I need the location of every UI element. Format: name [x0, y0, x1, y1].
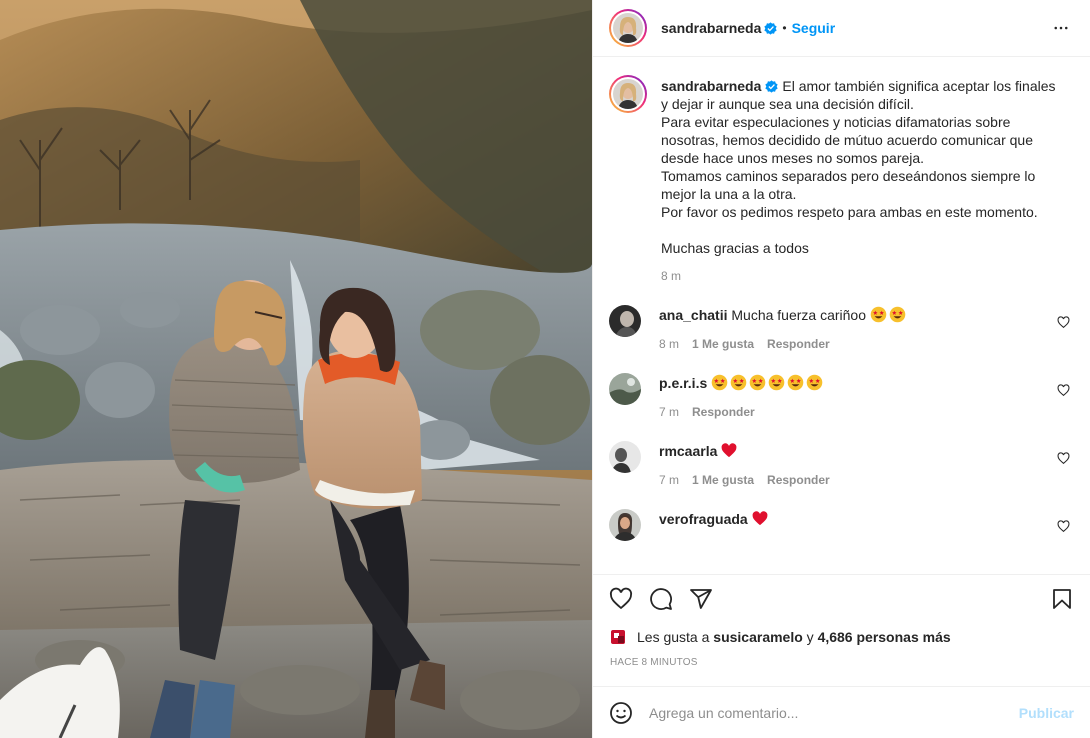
comment-likes[interactable]: 1 Me gusta: [692, 473, 754, 487]
likes-others-count[interactable]: 4,686 personas más: [818, 629, 951, 645]
comment-avatar[interactable]: [609, 509, 641, 541]
caption-text: sandrabarneda El amor también significa a…: [661, 77, 1061, 257]
bookmark-icon[interactable]: [1050, 587, 1074, 611]
comment-username[interactable]: verofraguada: [659, 511, 748, 527]
reply-button[interactable]: Responder: [767, 337, 830, 351]
star-struck-emoji: [889, 306, 906, 323]
publish-button[interactable]: Publicar: [1019, 705, 1074, 721]
comment-item: rmcaarla 7 m 1 Me gusta Responder: [609, 441, 1074, 487]
caption-author-avatar[interactable]: [609, 75, 647, 113]
post-side-panel: sandrabarneda • Seguir sandrabarneda El a…: [592, 0, 1090, 738]
post-photo[interactable]: [0, 0, 592, 738]
star-struck-emoji-group: [870, 306, 908, 323]
star-struck-emoji: [870, 306, 887, 323]
star-struck-emoji: [730, 374, 747, 391]
post-timestamp[interactable]: HACE 8 MINUTOS: [593, 646, 1090, 673]
comment-likes[interactable]: 1 Me gusta: [692, 337, 754, 351]
verified-badge-icon: [765, 80, 779, 93]
comment-like-heart-icon[interactable]: [1057, 316, 1070, 329]
post-header: sandrabarneda • Seguir: [593, 0, 1090, 57]
red-heart-emoji: [721, 443, 737, 458]
verified-badge-icon: [764, 21, 778, 35]
comment-username[interactable]: p.e.r.i.s: [659, 375, 707, 391]
smiley-icon[interactable]: [609, 701, 633, 725]
likes-summary: Les gusta a susicaramelo y 4,686 persona…: [593, 622, 1090, 647]
caption-username[interactable]: sandrabarneda: [661, 78, 761, 94]
comment-avatar[interactable]: [609, 441, 641, 473]
red-heart-emoji: [752, 511, 768, 526]
separator-dot: •: [782, 21, 787, 35]
likes-prefix: Les gusta a: [637, 629, 710, 645]
star-struck-emoji: [787, 374, 804, 391]
likes-connector: y: [806, 629, 814, 645]
add-comment-bar: Publicar: [593, 686, 1090, 738]
comment-avatar[interactable]: [609, 373, 641, 405]
comment-input[interactable]: [649, 704, 1009, 721]
comment-text: Mucha fuerza cariñoo: [731, 307, 867, 323]
comment-time: 7 m: [659, 405, 680, 419]
instagram-post: sandrabarneda • Seguir sandrabarneda El a…: [0, 0, 1090, 738]
liker-avatar[interactable]: [609, 627, 629, 647]
follow-button[interactable]: Seguir: [792, 20, 836, 36]
comment-item: ana_chatii Mucha fuerza cariñoo 8 m 1 Me…: [609, 305, 1074, 351]
caption-time: 8 m: [661, 269, 682, 283]
caption-body-text: El amor también significa aceptar los fi…: [661, 78, 1056, 256]
photo-two-women-on-rock-wall: [0, 0, 592, 738]
comments-list[interactable]: sandrabarneda El amor también significa a…: [593, 57, 1090, 574]
star-struck-emoji: [806, 374, 823, 391]
star-struck-emoji: [749, 374, 766, 391]
star-struck-emoji: [768, 374, 785, 391]
comment-username[interactable]: ana_chatii: [659, 307, 727, 323]
post-action-bar: [593, 574, 1090, 622]
comment-like-heart-icon[interactable]: [1057, 452, 1070, 465]
author-avatar[interactable]: [609, 9, 647, 47]
comment-avatar[interactable]: [609, 305, 641, 337]
star-struck-emoji: [711, 374, 728, 391]
comment-item: verofraguada: [609, 509, 1074, 541]
reply-button[interactable]: Responder: [692, 405, 755, 419]
paper-plane-icon[interactable]: [689, 587, 713, 611]
liker-username[interactable]: susicaramelo: [713, 629, 803, 645]
comment-time: 8 m: [659, 337, 680, 351]
comment-icon[interactable]: [649, 587, 673, 611]
author-username[interactable]: sandrabarneda: [661, 20, 761, 36]
comment-username[interactable]: rmcaarla: [659, 443, 717, 459]
comment-like-heart-icon[interactable]: [1057, 384, 1070, 397]
comment-time: 7 m: [659, 473, 680, 487]
more-options-icon[interactable]: [1050, 19, 1072, 37]
star-struck-emoji-group: [711, 374, 825, 391]
comment-like-heart-icon[interactable]: [1057, 520, 1070, 533]
heart-icon[interactable]: [609, 587, 633, 611]
post-caption: sandrabarneda El amor también significa a…: [609, 75, 1074, 283]
comment-item: p.e.r.i.s 7 m Responder: [609, 373, 1074, 419]
reply-button[interactable]: Responder: [767, 473, 830, 487]
